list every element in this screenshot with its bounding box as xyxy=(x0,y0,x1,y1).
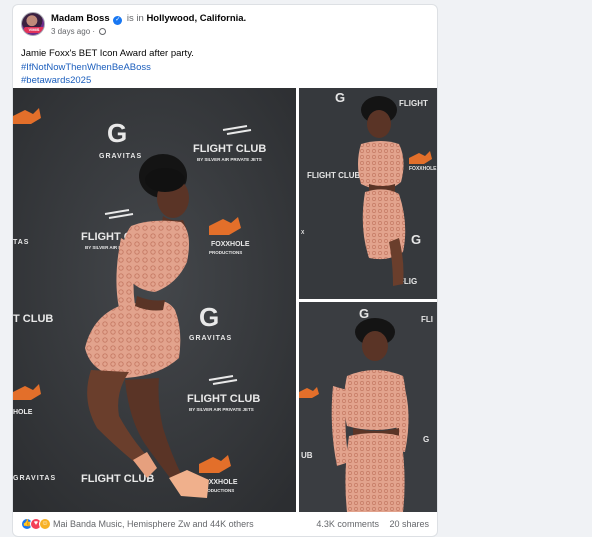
svg-text:T CLUB: T CLUB xyxy=(13,313,53,325)
svg-text:FLIGHT CLUB: FLIGHT CLUB xyxy=(307,171,361,180)
svg-text:TAS: TAS xyxy=(13,239,29,246)
post-header: VIMIS Madam Boss ✓ is in Hollywood, Cali… xyxy=(21,12,429,42)
public-globe-icon xyxy=(99,28,107,35)
svg-text:G: G xyxy=(411,232,421,247)
post-card: VIMIS Madam Boss ✓ is in Hollywood, Cali… xyxy=(12,4,438,537)
svg-text:BY SILVER AIR PRIVATE JETS: BY SILVER AIR PRIVATE JETS xyxy=(189,407,254,412)
gravitas-logo-icon: G xyxy=(107,118,127,148)
svg-text:FLIGHT CLUB: FLIGHT CLUB xyxy=(193,143,266,155)
verified-badge-icon: ✓ xyxy=(113,16,123,25)
svg-text:GRAVITAS: GRAVITAS xyxy=(13,475,56,482)
post-text: Jamie Foxx's BET Icon Award after party.… xyxy=(21,47,194,88)
svg-text:GRAVITAS: GRAVITAS xyxy=(99,153,142,160)
shares-count[interactable]: 20 shares xyxy=(389,519,429,529)
svg-text:G: G xyxy=(359,306,369,321)
post-footer: 👍 ♥ ☺ Mai Banda Music, Hemisphere Zw and… xyxy=(21,516,429,534)
svg-text:FLI: FLI xyxy=(421,315,433,324)
care-reaction-icon: ☺ xyxy=(39,518,51,530)
author-line: Madam Boss ✓ is in Hollywood, California… xyxy=(51,13,246,25)
svg-text:FLIGHT: FLIGHT xyxy=(399,99,428,108)
hashtag-link[interactable]: #IfNotNowThenWhenBeABoss xyxy=(21,61,194,75)
svg-text:PRODUCTIONS: PRODUCTIONS xyxy=(209,250,242,255)
svg-text:BY SILVER AIR PRIVATE JETS: BY SILVER AIR PRIVATE JETS xyxy=(197,157,262,162)
svg-text:FLIGHT CLUB: FLIGHT CLUB xyxy=(81,473,154,485)
svg-text:G: G xyxy=(335,90,345,105)
svg-text:FLIGHT CLUB: FLIGHT CLUB xyxy=(187,393,260,405)
svg-text:HOLE: HOLE xyxy=(13,409,33,416)
author-name[interactable]: Madam Boss xyxy=(51,13,110,24)
reaction-summary[interactable]: Mai Banda Music, Hemisphere Zw and 44K o… xyxy=(53,519,254,529)
photo-bottom-right[interactable]: G FLI UB G xyxy=(299,302,437,512)
location-link[interactable]: Hollywood, California. xyxy=(146,13,246,24)
photo-grid: G GRAVITAS FLIGHT CLUB BY SILVER AIR PRI… xyxy=(13,88,437,512)
comments-count[interactable]: 4.3K comments xyxy=(316,519,379,529)
svg-text:G: G xyxy=(423,435,429,444)
in-label: is in xyxy=(126,13,144,24)
svg-text:UB: UB xyxy=(301,451,313,460)
post-meta: 3 days ago · xyxy=(51,27,107,36)
hashtag-link[interactable]: #betawards2025 xyxy=(21,74,194,88)
avatar-label: VIMIS xyxy=(24,27,44,33)
author-avatar[interactable]: VIMIS xyxy=(21,12,45,36)
photo-top-right[interactable]: G FLIGHT FLIGHT CLUB FOXXHOLE G X FLIG xyxy=(299,88,437,299)
engagement-counts: 4.3K comments 20 shares xyxy=(308,519,429,529)
reaction-icons[interactable]: 👍 ♥ ☺ xyxy=(21,518,51,530)
photo-main[interactable]: G GRAVITAS FLIGHT CLUB BY SILVER AIR PRI… xyxy=(13,88,296,512)
svg-text:G: G xyxy=(199,302,219,332)
post-caption: Jamie Foxx's BET Icon Award after party. xyxy=(21,48,194,59)
post-time[interactable]: 3 days ago xyxy=(51,27,90,36)
meta-dot: · xyxy=(92,27,96,36)
svg-text:GRAVITAS: GRAVITAS xyxy=(189,335,232,342)
svg-text:FOXXHOLE: FOXXHOLE xyxy=(211,241,250,248)
svg-text:FOXXHOLE: FOXXHOLE xyxy=(409,166,437,172)
